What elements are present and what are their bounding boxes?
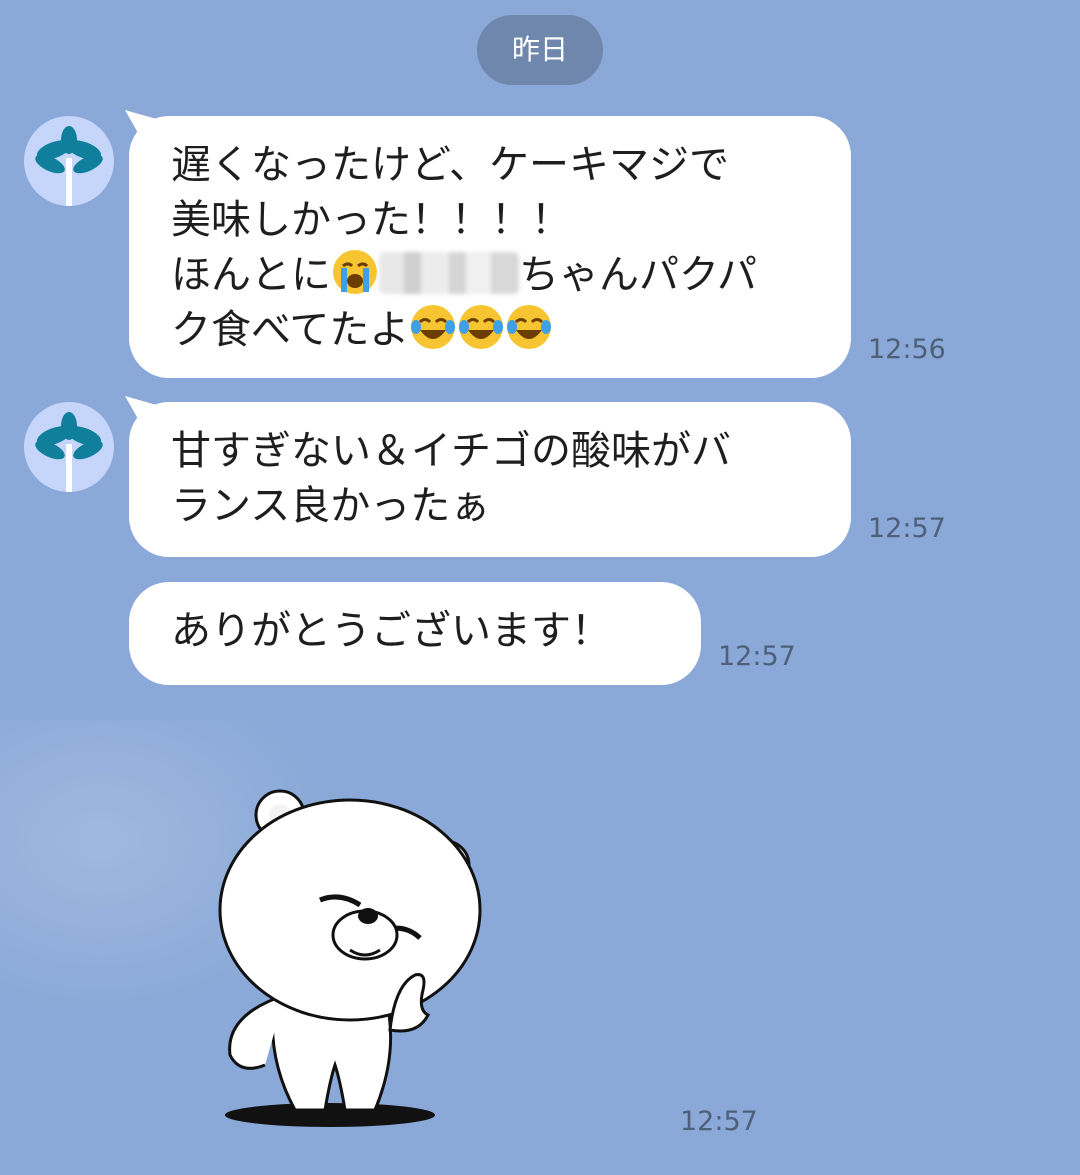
palm-tree-icon	[35, 126, 103, 206]
sender-avatar[interactable]	[24, 402, 114, 492]
tears-of-joy-icon	[411, 305, 456, 349]
message-timestamp: 12:57	[868, 513, 946, 544]
message-text-line: ほんとに ちゃんパクパ	[171, 248, 809, 303]
bear-sticker[interactable]	[200, 780, 490, 1130]
message-timestamp: 12:56	[868, 334, 946, 365]
loudly-crying-face-icon	[333, 250, 377, 294]
message-text: ちゃんパクパ	[519, 252, 757, 298]
tears-of-joy-icon	[459, 305, 504, 349]
palm-tree-icon	[35, 412, 103, 492]
message-text: ク食べてたよ	[171, 307, 410, 353]
sender-avatar[interactable]	[24, 116, 114, 206]
message-text: ありがとうございます！	[171, 608, 611, 654]
message-bubble[interactable]: ありがとうございます！	[129, 582, 701, 685]
message-timestamp: 12:57	[718, 641, 796, 672]
message-text: 遅くなったけど、ケーキマジで	[171, 142, 729, 188]
message-text: 美味しかった！！！！	[171, 197, 571, 243]
message-text: 甘すぎない＆イチゴの酸味がバ	[171, 428, 731, 474]
date-separator: 昨日	[477, 15, 603, 85]
message-text: ランス良かったぁ	[171, 483, 491, 529]
redacted-name	[379, 252, 519, 294]
message-text-line: ク食べてたよ	[171, 303, 809, 358]
tears-of-joy-icon	[507, 305, 552, 349]
message-bubble[interactable]: 遅くなったけど、ケーキマジで 美味しかった！！！！ ほんとに ちゃんパクパ ク食…	[129, 116, 851, 378]
message-text: ほんとに	[171, 252, 331, 298]
message-bubble[interactable]: 甘すぎない＆イチゴの酸味がバ ランス良かったぁ	[129, 402, 851, 557]
sticker-timestamp: 12:57	[680, 1106, 758, 1137]
